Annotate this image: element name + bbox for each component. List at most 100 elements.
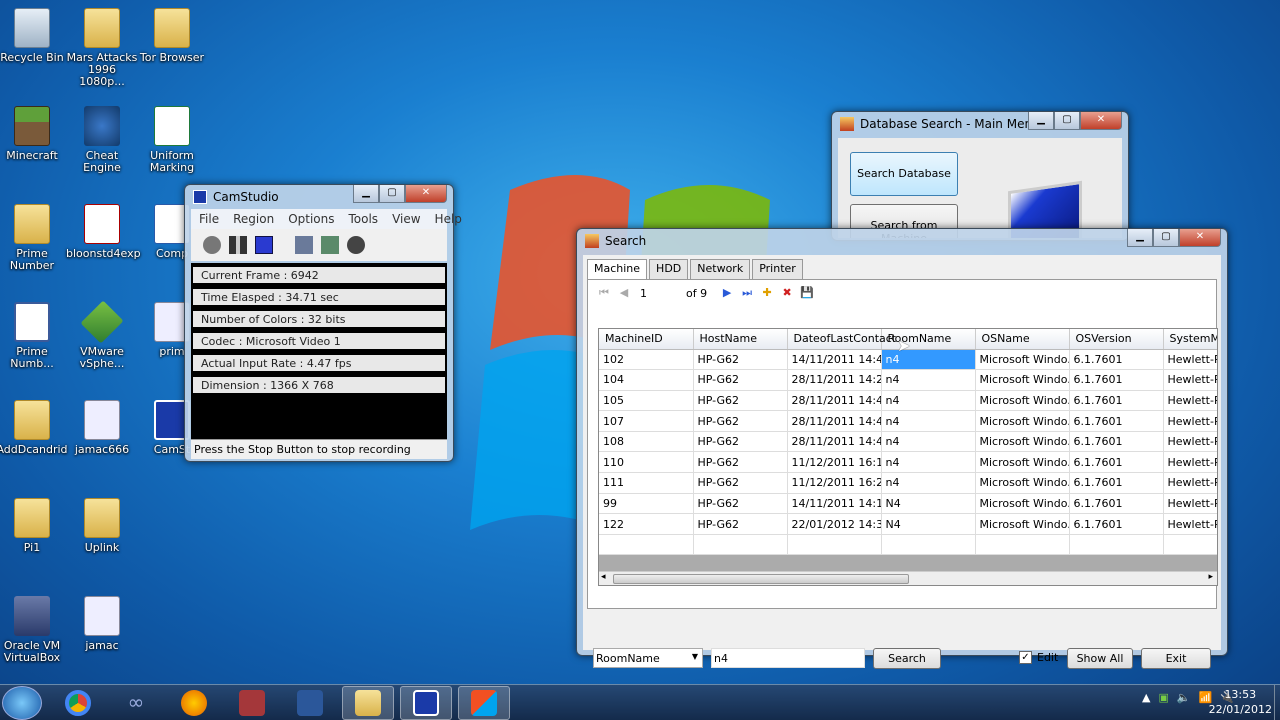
new-row[interactable] xyxy=(599,534,1217,556)
camstudio-window[interactable]: CamStudio ▁ ▢ ✕ File Region Options Tools View… xyxy=(184,184,462,462)
table-cell[interactable]: 6.1.7601 xyxy=(1069,493,1164,515)
table-cell[interactable]: 6.1.7601 xyxy=(1069,349,1164,371)
taskbar-firefox[interactable] xyxy=(168,686,220,720)
column-header[interactable]: HostName xyxy=(693,329,788,350)
show-all-button[interactable]: Show All xyxy=(1067,648,1133,669)
table-cell[interactable]: 28/11/2011 14:4... xyxy=(787,410,882,432)
search-input[interactable]: n4 xyxy=(711,648,865,668)
close-button[interactable]: ✕ xyxy=(1080,112,1122,130)
table-cell[interactable]: 104 xyxy=(599,369,694,391)
table-cell[interactable]: 11/12/2011 16:1... xyxy=(787,451,882,474)
table-cell[interactable]: 6.1.7601 xyxy=(1069,513,1164,535)
table-cell[interactable]: HP-G62 xyxy=(693,472,788,494)
table-cell[interactable]: N4 xyxy=(881,493,976,515)
tab-hdd[interactable]: HDD xyxy=(649,259,689,279)
table-row[interactable]: 105HP-G6228/11/2011 14:4...n4Microsoft W… xyxy=(599,390,1217,412)
show-hidden-icon[interactable]: ▲ xyxy=(1142,691,1150,704)
table-cell[interactable]: Microsoft Windo... xyxy=(975,451,1070,474)
maximize-button[interactable]: ▢ xyxy=(1153,229,1179,247)
tab-printer[interactable]: Printer xyxy=(752,259,803,279)
main-menu-window[interactable]: Database Search - Main Menu ▁ ▢ ✕ Search D… xyxy=(831,111,1129,241)
show-desktop-button[interactable] xyxy=(1274,685,1280,720)
table-cell[interactable]: 99 xyxy=(599,493,694,515)
close-button[interactable]: ✕ xyxy=(1179,229,1221,247)
table-cell[interactable]: 6.1.7601 xyxy=(1069,410,1164,432)
table-cell[interactable]: 28/11/2011 14:2... xyxy=(787,369,882,391)
taskbar-word[interactable] xyxy=(284,686,336,720)
table-cell[interactable] xyxy=(599,534,694,556)
table-cell[interactable]: n4 xyxy=(881,410,976,432)
table-cell[interactable]: HP-G62 xyxy=(693,431,788,453)
column-header[interactable]: DateofLastContact xyxy=(787,329,896,350)
table-cell[interactable]: HP-G62 xyxy=(693,493,788,515)
table-cell[interactable]: n4 xyxy=(881,390,976,412)
tab-network[interactable]: Network xyxy=(690,259,751,279)
field-combobox[interactable]: RoomName ▼ xyxy=(593,648,703,668)
table-cell[interactable]: 28/11/2011 14:4... xyxy=(787,431,882,453)
column-header[interactable]: OSName xyxy=(975,329,1070,350)
taskbar-camstudio[interactable] xyxy=(400,685,452,720)
table-cell[interactable]: Hewlett-Pac xyxy=(1163,390,1217,412)
desktop-icon[interactable]: Mars Attacks 1996 1080p... xyxy=(66,8,138,88)
desktop-icon[interactable]: Prime Numb... xyxy=(0,302,68,370)
region-icon[interactable] xyxy=(295,236,313,254)
table-cell[interactable]: 22/01/2012 14:3... xyxy=(787,513,882,535)
security-icon[interactable]: ▣ xyxy=(1158,691,1168,704)
table-cell[interactable]: 6.1.7601 xyxy=(1069,431,1164,453)
table-cell[interactable]: HP-G62 xyxy=(693,410,788,432)
minimize-button[interactable]: ▁ xyxy=(353,185,379,203)
add-new-icon[interactable]: ✚ xyxy=(759,285,775,301)
desktop-icon[interactable]: Cheat Engine xyxy=(66,106,138,174)
table-cell[interactable]: HP-G62 xyxy=(693,451,788,474)
horizontal-scrollbar[interactable]: ◂ ▸ xyxy=(599,571,1217,585)
desktop-icon[interactable]: Minecraft xyxy=(0,106,68,162)
maximize-button[interactable]: ▢ xyxy=(1054,112,1080,130)
search-button[interactable]: Search xyxy=(873,648,941,669)
table-cell[interactable]: HP-G62 xyxy=(693,369,788,391)
edit-checkbox[interactable]: ✓ xyxy=(1019,651,1032,664)
desktop-icon[interactable]: Oracle VM VirtualBox xyxy=(0,596,68,664)
move-last-icon[interactable]: ⏭ xyxy=(739,285,755,301)
pause-icon[interactable] xyxy=(229,236,247,254)
annotation-icon[interactable] xyxy=(321,236,339,254)
table-cell[interactable]: Hewlett-Pac xyxy=(1163,410,1217,432)
close-button[interactable]: ✕ xyxy=(405,185,447,203)
table-cell[interactable]: 107 xyxy=(599,410,694,432)
taskbar-chrome[interactable] xyxy=(52,686,104,720)
table-cell[interactable]: Microsoft Windo... xyxy=(975,349,1070,371)
table-cell[interactable]: Hewlett-Pac xyxy=(1163,451,1217,474)
table-cell[interactable]: 108 xyxy=(599,431,694,453)
menu-item[interactable]: Region xyxy=(233,212,274,226)
table-cell[interactable]: 102 xyxy=(599,349,694,371)
save-icon[interactable]: 💾 xyxy=(799,285,815,301)
menu-item[interactable]: View xyxy=(392,212,420,226)
stop-icon[interactable] xyxy=(255,236,273,254)
table-row[interactable]: 99HP-G6214/11/2011 14:1...N4Microsoft Wi… xyxy=(599,493,1217,515)
table-cell[interactable]: n4 xyxy=(881,451,976,474)
table-cell[interactable]: Hewlett-Pac xyxy=(1163,513,1217,535)
table-cell[interactable]: HP-G62 xyxy=(693,513,788,535)
desktop-icon[interactable]: Pi1 xyxy=(0,498,68,554)
table-cell[interactable]: N4 xyxy=(881,513,976,535)
data-grid[interactable]: MachineID HostName DateofLastContact RoomNa… xyxy=(598,328,1218,586)
move-next-icon[interactable]: ▶ xyxy=(719,285,735,301)
move-first-icon[interactable]: ⏮ xyxy=(596,285,612,301)
table-cell[interactable] xyxy=(693,534,788,556)
desktop-icon[interactable]: VMware vSphe... xyxy=(66,300,138,370)
table-cell[interactable]: Microsoft Windo... xyxy=(975,390,1070,412)
table-row[interactable]: 104HP-G6228/11/2011 14:2...n4Microsoft W… xyxy=(599,369,1217,391)
column-header[interactable]: OSVersion xyxy=(1069,329,1164,350)
scrollbar-thumb[interactable] xyxy=(613,574,909,584)
move-previous-icon[interactable]: ◀ xyxy=(616,285,632,301)
taskbar-search-app[interactable] xyxy=(458,685,510,720)
table-cell[interactable]: Microsoft Windo... xyxy=(975,431,1070,453)
table-cell[interactable] xyxy=(881,534,976,556)
menu-item[interactable]: File xyxy=(199,212,219,226)
table-cell[interactable]: 14/11/2011 14:1... xyxy=(787,493,882,515)
desktop-icon[interactable]: Uniform Marking xyxy=(136,106,208,174)
desktop-icon[interactable]: Tor Browser xyxy=(136,8,208,64)
table-cell[interactable]: Microsoft Windo... xyxy=(975,369,1070,391)
table-cell[interactable]: 6.1.7601 xyxy=(1069,369,1164,391)
table-cell[interactable]: Hewlett-Pac xyxy=(1163,349,1217,371)
table-cell[interactable]: 6.1.7601 xyxy=(1069,472,1164,494)
